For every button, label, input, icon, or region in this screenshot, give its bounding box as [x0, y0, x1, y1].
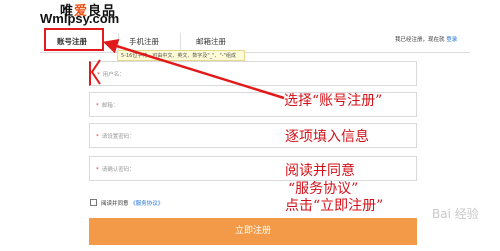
- watermark: Bai 经验: [432, 207, 479, 221]
- annotation-arrows: [90, 39, 285, 100]
- field-caret: [90, 59, 101, 85]
- annotation-step5: 点击“立即注册”: [285, 198, 384, 214]
- annotation-step1: 选择“账号注册”: [284, 93, 383, 109]
- annotation-step3: 阅读并同意: [285, 163, 355, 179]
- annotation-step2: 逐项填入信息: [285, 129, 369, 145]
- arrow-to-tab: [102, 39, 285, 100]
